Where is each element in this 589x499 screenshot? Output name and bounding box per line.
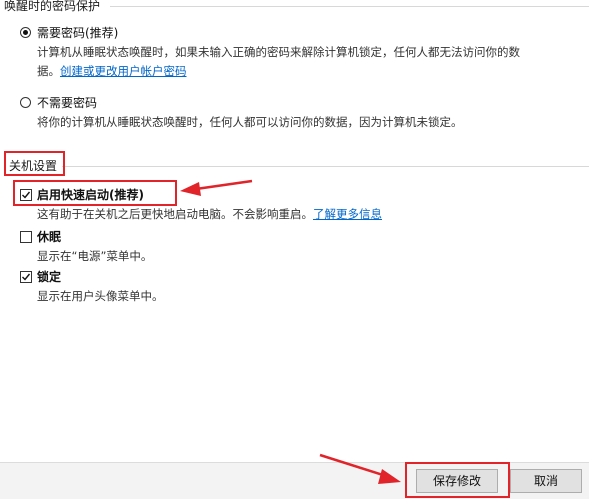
annotation-arrows	[180, 179, 401, 484]
annotation-arrow-save-button	[319, 453, 401, 484]
annotation-arrow-fast-startup	[180, 179, 253, 196]
